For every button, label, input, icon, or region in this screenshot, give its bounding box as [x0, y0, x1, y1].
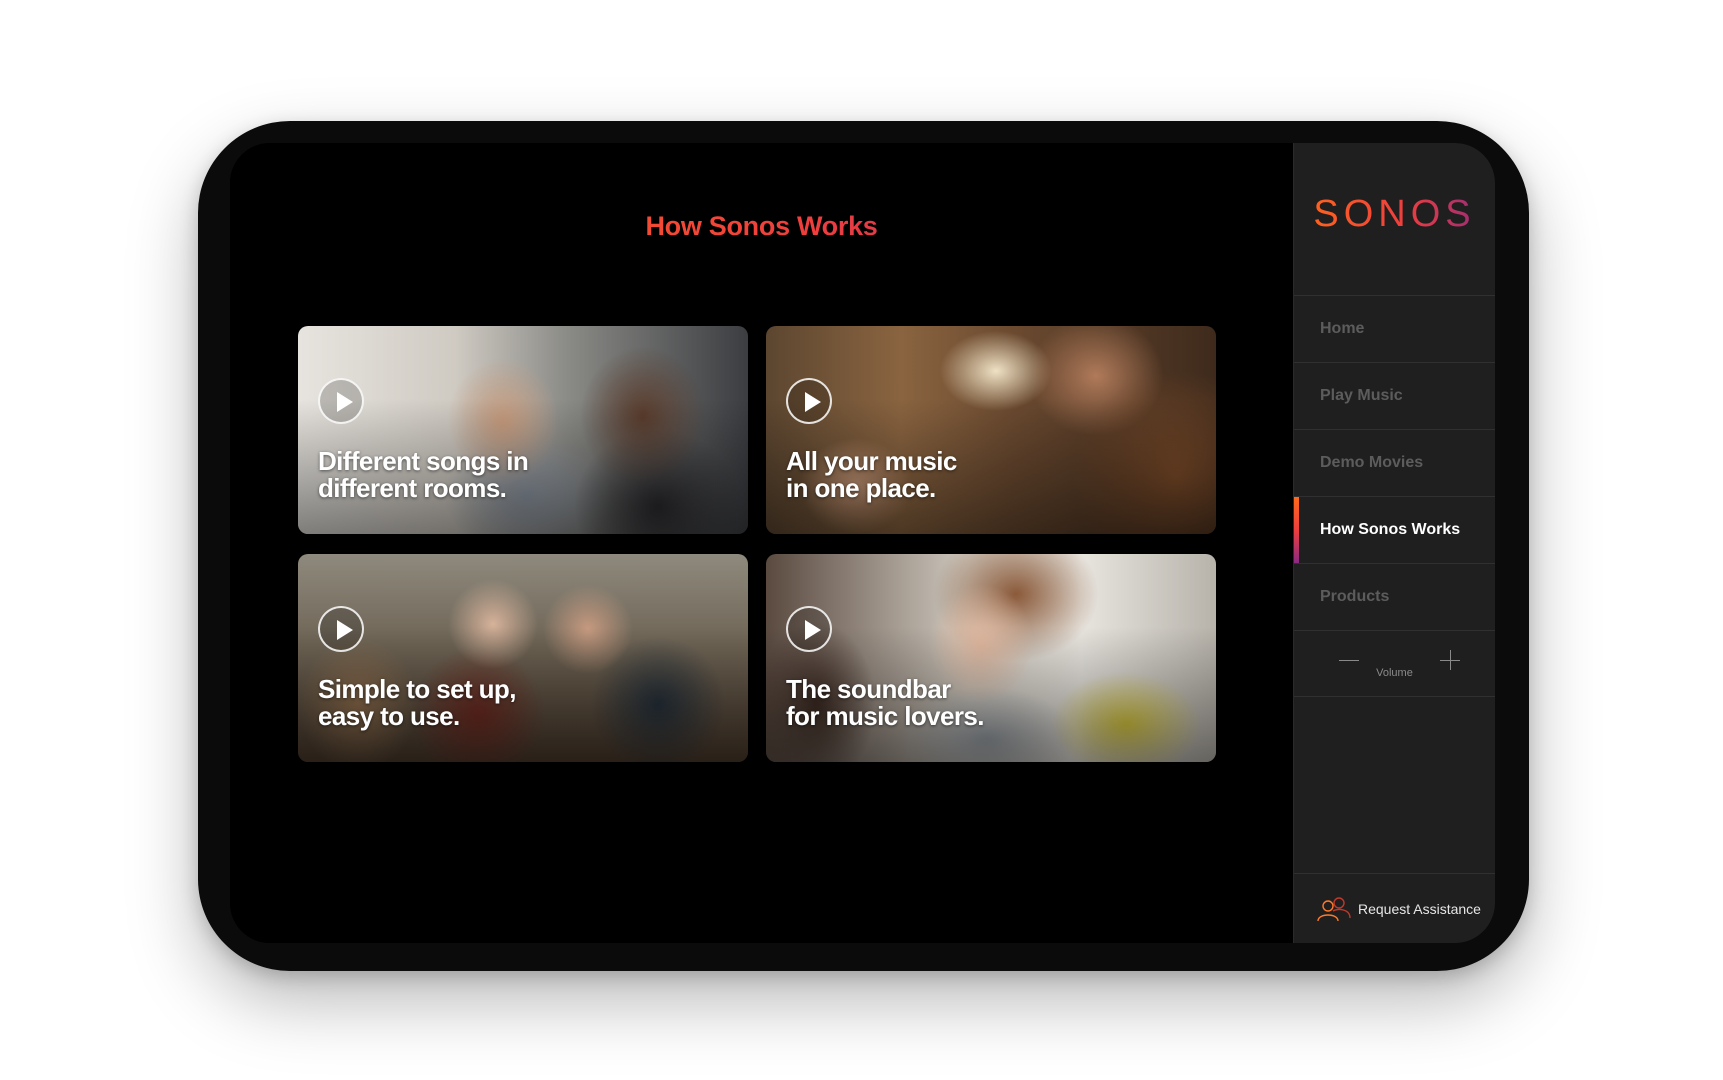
- play-icon[interactable]: [318, 378, 364, 424]
- tablet-frame: How Sonos Works Different songs in diffe…: [198, 121, 1529, 971]
- caption-line: All your music: [786, 446, 957, 476]
- video-caption: Simple to set up, easy to use.: [318, 676, 648, 730]
- request-assistance-button[interactable]: Request Assistance: [1294, 873, 1495, 943]
- request-assistance-label: Request Assistance: [1358, 900, 1481, 917]
- video-grid: Different songs in different rooms. All …: [298, 326, 1216, 763]
- sidebar-item-how-sonos-works[interactable]: How Sonos Works: [1294, 497, 1495, 564]
- video-caption: All your music in one place.: [786, 448, 1116, 502]
- play-icon[interactable]: [786, 606, 832, 652]
- sidebar-item-home[interactable]: Home: [1294, 296, 1495, 363]
- sidebar-item-products[interactable]: Products: [1294, 564, 1495, 631]
- caption-line: The soundbar: [786, 674, 951, 704]
- caption-line: in one place.: [786, 473, 936, 503]
- caption-line: for music lovers.: [786, 701, 984, 731]
- plus-icon[interactable]: [1435, 646, 1465, 676]
- play-icon[interactable]: [318, 606, 364, 652]
- video-card-simple-setup[interactable]: Simple to set up, easy to use.: [298, 554, 748, 762]
- sonos-logo[interactable]: SONOS: [1294, 193, 1495, 236]
- people-assist-icon: [1317, 896, 1351, 921]
- volume-control: Volume: [1294, 630, 1495, 697]
- caption-line: easy to use.: [318, 701, 460, 731]
- tablet-screen: How Sonos Works Different songs in diffe…: [230, 143, 1495, 943]
- video-caption: Different songs in different rooms.: [318, 448, 648, 502]
- main-content: How Sonos Works Different songs in diffe…: [230, 143, 1293, 943]
- sidebar-item-demo-movies[interactable]: Demo Movies: [1294, 430, 1495, 497]
- page-title: How Sonos Works: [230, 211, 1293, 242]
- video-card-all-your-music[interactable]: All your music in one place.: [766, 326, 1216, 534]
- sidebar: SONOS Home Play Music Demo Movies How So…: [1293, 143, 1495, 943]
- caption-line: different rooms.: [318, 473, 507, 503]
- video-card-different-rooms[interactable]: Different songs in different rooms.: [298, 326, 748, 534]
- sidebar-nav: Home Play Music Demo Movies How Sonos Wo…: [1294, 295, 1495, 631]
- caption-line: Simple to set up,: [318, 674, 516, 704]
- caption-line: Different songs in: [318, 446, 529, 476]
- sidebar-item-play-music[interactable]: Play Music: [1294, 363, 1495, 430]
- video-card-soundbar[interactable]: The soundbar for music lovers.: [766, 554, 1216, 762]
- video-caption: The soundbar for music lovers.: [786, 676, 1116, 730]
- play-icon[interactable]: [786, 378, 832, 424]
